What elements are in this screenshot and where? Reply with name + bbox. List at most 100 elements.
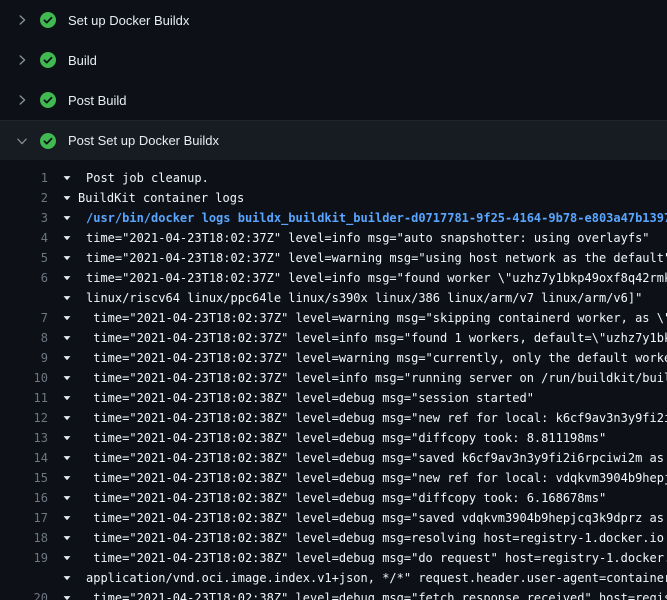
log-group-caret-icon[interactable] — [62, 533, 72, 543]
log-group-caret-icon[interactable] — [62, 593, 72, 600]
log-line: application/vnd.oci.image.index.v1+json,… — [0, 568, 667, 588]
log-content: 1 Post job cleanup. 2 BuildKit container… — [0, 160, 667, 600]
log-line-number[interactable]: 12 — [0, 408, 48, 428]
log-line: 18 time="2021-04-23T18:02:38Z" level=deb… — [0, 528, 667, 548]
log-line-number[interactable]: 10 — [0, 368, 48, 388]
log-line-number[interactable]: 5 — [0, 248, 48, 268]
log-line-number[interactable]: 9 — [0, 348, 48, 368]
check-circle-icon — [40, 133, 56, 149]
log-group-caret-icon[interactable] — [62, 193, 72, 203]
log-line-number[interactable]: 11 — [0, 388, 48, 408]
log-group-caret-icon[interactable] — [62, 513, 72, 523]
log-line-text: time="2021-04-23T18:02:38Z" level=debug … — [86, 448, 667, 468]
log-group-caret-icon[interactable] — [62, 473, 72, 483]
log-group-caret-icon[interactable] — [62, 353, 72, 363]
log-line: 20 time="2021-04-23T18:02:38Z" level=deb… — [0, 588, 667, 600]
log-group-caret-icon[interactable] — [62, 373, 72, 383]
log-group-caret-icon[interactable] — [62, 573, 72, 583]
log-line-text: time="2021-04-23T18:02:37Z" level=info m… — [86, 328, 667, 348]
section-label: Post Set up Docker Buildx — [68, 133, 219, 148]
log-line: 14 time="2021-04-23T18:02:38Z" level=deb… — [0, 448, 667, 468]
chevron-right-icon — [14, 12, 30, 28]
log-line-number[interactable]: 15 — [0, 468, 48, 488]
log-line-number[interactable]: 18 — [0, 528, 48, 548]
workflow-log-viewer: Set up Docker Buildx Build P — [0, 0, 667, 600]
check-circle-icon — [40, 12, 56, 28]
log-line-number[interactable]: 7 — [0, 308, 48, 328]
log-line-number[interactable]: 17 — [0, 508, 48, 528]
log-line: 2 BuildKit container logs — [0, 188, 667, 208]
log-group-caret-icon[interactable] — [62, 333, 72, 343]
log-section-header[interactable]: Build — [0, 40, 667, 80]
log-line-text: time="2021-04-23T18:02:38Z" level=debug … — [86, 408, 667, 428]
section-label: Post Build — [68, 93, 127, 108]
log-group-caret-icon[interactable] — [62, 313, 72, 323]
log-group-caret-icon[interactable] — [62, 213, 72, 223]
log-group-caret-icon[interactable] — [62, 253, 72, 263]
log-line-number[interactable]: 16 — [0, 488, 48, 508]
log-group-caret-icon[interactable] — [62, 293, 72, 303]
log-group-caret-icon[interactable] — [62, 493, 72, 503]
log-line-text: time="2021-04-23T18:02:37Z" level=info m… — [86, 368, 667, 388]
log-line: 1 Post job cleanup. — [0, 168, 667, 188]
log-line-text: time="2021-04-23T18:02:38Z" level=debug … — [86, 388, 534, 408]
log-line-text: time="2021-04-23T18:02:38Z" level=debug … — [86, 548, 667, 568]
log-line: 11 time="2021-04-23T18:02:38Z" level=deb… — [0, 388, 667, 408]
log-line: 5 time="2021-04-23T18:02:37Z" level=warn… — [0, 248, 667, 268]
chevron-right-icon — [14, 52, 30, 68]
log-line-number[interactable]: 6 — [0, 268, 48, 288]
log-group-caret-icon[interactable] — [62, 553, 72, 563]
log-line-number[interactable]: 4 — [0, 228, 48, 248]
log-group-caret-icon[interactable] — [62, 273, 72, 283]
log-line-text: time="2021-04-23T18:02:37Z" level=warnin… — [86, 308, 667, 328]
log-section-header[interactable]: Post Set up Docker Buildx — [0, 120, 667, 160]
log-line-text: time="2021-04-23T18:02:37Z" level=warnin… — [86, 248, 667, 268]
log-group-caret-icon[interactable] — [62, 393, 72, 403]
log-group-caret-icon[interactable] — [62, 433, 72, 443]
check-circle-icon — [40, 52, 56, 68]
log-line: 19 time="2021-04-23T18:02:38Z" level=deb… — [0, 548, 667, 568]
log-line-number[interactable]: 19 — [0, 548, 48, 568]
chevron-right-icon — [14, 92, 30, 108]
log-line: 9 time="2021-04-23T18:02:37Z" level=warn… — [0, 348, 667, 368]
check-circle-icon — [40, 92, 56, 108]
log-section-header[interactable]: Post Build — [0, 80, 667, 120]
log-line: 17 time="2021-04-23T18:02:38Z" level=deb… — [0, 508, 667, 528]
log-line-number[interactable]: 20 — [0, 588, 48, 600]
log-line-text: time="2021-04-23T18:02:38Z" level=debug … — [86, 488, 606, 508]
log-section-header[interactable]: Set up Docker Buildx — [0, 0, 667, 40]
log-group-caret-icon[interactable] — [62, 453, 72, 463]
log-line: linux/riscv64 linux/ppc64le linux/s390x … — [0, 288, 667, 308]
log-group-caret-icon[interactable] — [62, 233, 72, 243]
log-line: 15 time="2021-04-23T18:02:38Z" level=deb… — [0, 468, 667, 488]
log-line-number[interactable]: 3 — [0, 208, 48, 228]
log-line: 4 time="2021-04-23T18:02:37Z" level=info… — [0, 228, 667, 248]
log-line-number[interactable]: 8 — [0, 328, 48, 348]
section-label: Set up Docker Buildx — [68, 13, 189, 28]
log-line-number[interactable]: 2 — [0, 188, 48, 208]
log-group-caret-icon[interactable] — [62, 173, 72, 183]
log-line: 3 /usr/bin/docker logs buildx_buildkit_b… — [0, 208, 667, 228]
log-line-text: time="2021-04-23T18:02:38Z" level=debug … — [86, 428, 606, 448]
log-line-text: time="2021-04-23T18:02:37Z" level=warnin… — [86, 348, 667, 368]
log-line: 12 time="2021-04-23T18:02:38Z" level=deb… — [0, 408, 667, 428]
log-line-text: linux/riscv64 linux/ppc64le linux/s390x … — [86, 288, 642, 308]
log-line-number[interactable]: 14 — [0, 448, 48, 468]
log-line: 6 time="2021-04-23T18:02:37Z" level=info… — [0, 268, 667, 288]
log-line-text: time="2021-04-23T18:02:38Z" level=debug … — [86, 588, 667, 600]
log-line-text: time="2021-04-23T18:02:38Z" level=debug … — [86, 508, 667, 528]
log-line: 16 time="2021-04-23T18:02:38Z" level=deb… — [0, 488, 667, 508]
log-line: 7 time="2021-04-23T18:02:37Z" level=warn… — [0, 308, 667, 328]
log-line-number[interactable]: 13 — [0, 428, 48, 448]
chevron-down-icon — [14, 133, 30, 149]
log-line-text: Post job cleanup. — [86, 168, 209, 188]
log-line: 10 time="2021-04-23T18:02:37Z" level=inf… — [0, 368, 667, 388]
log-line: 13 time="2021-04-23T18:02:38Z" level=deb… — [0, 428, 667, 448]
log-group-caret-icon[interactable] — [62, 413, 72, 423]
log-line-text: time="2021-04-23T18:02:37Z" level=info m… — [86, 268, 667, 288]
log-line-text: time="2021-04-23T18:02:38Z" level=debug … — [86, 528, 664, 548]
section-label: Build — [68, 53, 97, 68]
log-line-number[interactable]: 1 — [0, 168, 48, 188]
log-line-text: application/vnd.oci.image.index.v1+json,… — [86, 568, 667, 588]
log-line: 8 time="2021-04-23T18:02:37Z" level=info… — [0, 328, 667, 348]
